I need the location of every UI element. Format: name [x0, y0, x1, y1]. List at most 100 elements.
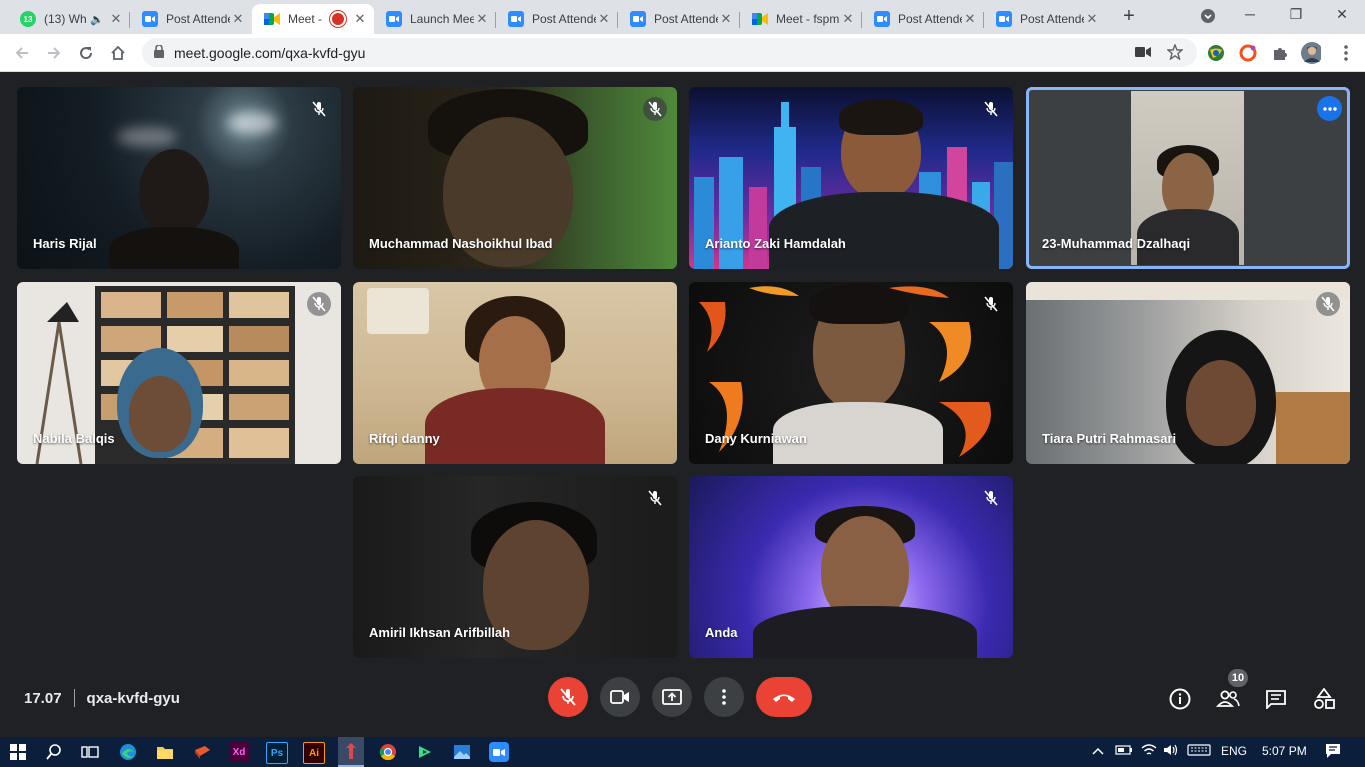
activities-shapes-icon[interactable] [1310, 685, 1338, 713]
zoom-app-icon[interactable] [489, 742, 509, 762]
system-clock[interactable]: 5:07 PM [1262, 744, 1307, 758]
meet-control-bar: 17.07 qxa-kvfd-gyu 10 [0, 663, 1365, 737]
participant-tile[interactable]: Nabila Balqis [17, 282, 341, 464]
mic-off-toggle-button[interactable] [548, 677, 588, 717]
mic-off-icon [643, 97, 667, 121]
touch-keyboard-icon[interactable] [1187, 744, 1211, 759]
task-view-icon[interactable] [80, 742, 100, 762]
show-hidden-icons-chevron-icon[interactable] [1092, 744, 1104, 758]
participants-people-icon[interactable] [1214, 685, 1242, 713]
url-text[interactable]: meet.google.com/qxa-kvfd-gyu [174, 45, 365, 61]
minimize-window-icon[interactable]: ─ [1238, 6, 1262, 26]
participant-tile[interactable]: Arianto Zaki Hamdalah [689, 87, 1013, 269]
participant-name: Amiril Ikhsan Arifbillah [369, 625, 511, 640]
edge-browser-icon[interactable] [118, 742, 138, 762]
search-icon[interactable] [44, 742, 64, 762]
active-app-icon[interactable] [338, 737, 364, 767]
close-tab-icon[interactable]: ✕ [1084, 11, 1100, 27]
tab-title: Meet - fspm [776, 12, 840, 26]
close-tab-icon[interactable]: ✕ [230, 11, 246, 27]
back-arrow-icon[interactable] [9, 40, 35, 66]
tab-launch-meeting[interactable]: Launch Meeting ✕ [374, 4, 496, 34]
extension-ring-icon[interactable] [1238, 43, 1258, 63]
tab-post-attendee[interactable]: Post Attendee ✕ [984, 4, 1106, 34]
camera-toggle-button[interactable] [600, 677, 640, 717]
mic-off-icon [643, 486, 667, 510]
participant-name: Dany Kurniawan [705, 431, 807, 446]
tab-post-attendee[interactable]: Post Attendee ✕ [618, 4, 740, 34]
close-tab-icon[interactable]: ✕ [718, 11, 734, 27]
home-icon[interactable] [105, 40, 131, 66]
forward-arrow-icon[interactable] [41, 40, 67, 66]
bookmark-star-icon[interactable] [1166, 43, 1184, 65]
file-explorer-icon[interactable] [155, 742, 175, 762]
close-tab-icon[interactable]: ✕ [596, 11, 612, 27]
tab-title: Post Attendee [654, 12, 718, 26]
participant-video-silhouette [753, 606, 977, 658]
tab-search-chevron-icon[interactable] [1196, 9, 1220, 29]
extensions-puzzle-icon[interactable] [1270, 43, 1290, 63]
adobe-xd-icon[interactable]: Xd [229, 742, 249, 762]
tab-post-attendee[interactable]: Post Attendee ✕ [130, 4, 252, 34]
present-screen-button[interactable] [652, 677, 692, 717]
wifi-icon[interactable] [1141, 744, 1157, 759]
tab-google-meet[interactable]: Meet - fspm ✕ [740, 4, 862, 34]
more-options-icon[interactable] [1317, 96, 1342, 121]
speaker-muted-icon[interactable]: 🔈 [90, 13, 104, 26]
close-tab-icon[interactable]: ✕ [474, 11, 490, 27]
close-tab-icon[interactable]: ✕ [352, 11, 368, 27]
tab-google-meet-active[interactable]: Meet - ✕ [252, 4, 374, 34]
more-options-kebab-icon[interactable] [704, 677, 744, 717]
office-app-icon[interactable] [192, 742, 212, 762]
participant-tile[interactable]: Haris Rijal [17, 87, 341, 269]
lock-icon[interactable] [154, 44, 164, 63]
tab-post-attendee[interactable]: Post Attendee ✕ [862, 4, 984, 34]
close-tab-icon[interactable]: ✕ [962, 11, 978, 27]
meeting-code: qxa-kvfd-gyu [86, 689, 180, 707]
participant-tile[interactable]: Muchammad Nashoikhul Ibad [353, 87, 677, 269]
action-center-notifications-icon[interactable] [1325, 743, 1341, 762]
reload-icon[interactable] [73, 40, 99, 66]
participant-video-silhouette [129, 376, 191, 452]
participant-tile[interactable]: Rifqi danny [353, 282, 677, 464]
participant-tile-self-view[interactable]: Anda [689, 476, 1013, 658]
address-bar[interactable]: meet.google.com/qxa-kvfd-gyu [142, 38, 1197, 67]
android-studio-icon[interactable] [415, 742, 435, 762]
tab-title: Post Attendee [532, 12, 596, 26]
volume-icon[interactable] [1163, 744, 1179, 759]
camera-in-use-icon[interactable] [1135, 45, 1151, 63]
meeting-details-info-icon[interactable] [1166, 685, 1194, 713]
chrome-icon[interactable] [378, 742, 398, 762]
participant-video-silhouette [139, 149, 209, 235]
battery-icon[interactable] [1115, 744, 1133, 759]
photos-app-icon[interactable] [452, 742, 472, 762]
restore-window-icon[interactable]: ❐ [1284, 6, 1308, 26]
participant-video-silhouette [425, 388, 605, 464]
air-conditioner [367, 288, 429, 334]
chat-icon[interactable] [1262, 685, 1290, 713]
close-tab-icon[interactable]: ✕ [108, 11, 124, 27]
participant-tile[interactable]: Dany Kurniawan [689, 282, 1013, 464]
browser-menu-kebab-icon[interactable] [1336, 43, 1356, 63]
illustrator-icon[interactable]: Ai [303, 742, 325, 764]
participant-tile[interactable]: Tiara Putri Rahmasari [1026, 282, 1350, 464]
new-tab-plus-icon[interactable]: + [1118, 6, 1140, 28]
extension-globe-icon[interactable] [1206, 43, 1226, 63]
windows-start-icon[interactable] [8, 742, 28, 762]
close-window-icon[interactable]: ✕ [1330, 6, 1354, 26]
tab-title: Launch Meeting [410, 12, 474, 26]
participant-tile-active-speaker[interactable]: 23-Muhammad Dzalhaqi [1026, 87, 1350, 269]
participant-name: Muchammad Nashoikhul Ibad [369, 236, 553, 251]
mic-off-icon [979, 292, 1003, 316]
profile-avatar[interactable] [1301, 42, 1321, 64]
input-language[interactable]: ENG [1221, 744, 1247, 758]
tab-whatsapp[interactable]: 13 (13) WhatsApp 🔈 ✕ [8, 4, 130, 34]
participant-tile[interactable]: Amiril Ikhsan Arifbillah [353, 476, 677, 658]
leave-call-button[interactable] [756, 677, 812, 717]
tab-post-attendee[interactable]: Post Attendee ✕ [496, 4, 618, 34]
close-tab-icon[interactable]: ✕ [840, 11, 856, 27]
participant-name: Haris Rijal [33, 236, 97, 251]
windows-taskbar: Xd Ps Ai ENG 5:07 PM [0, 737, 1365, 767]
tab-title: Post Attendee [1020, 12, 1084, 26]
photoshop-icon[interactable]: Ps [266, 742, 288, 764]
